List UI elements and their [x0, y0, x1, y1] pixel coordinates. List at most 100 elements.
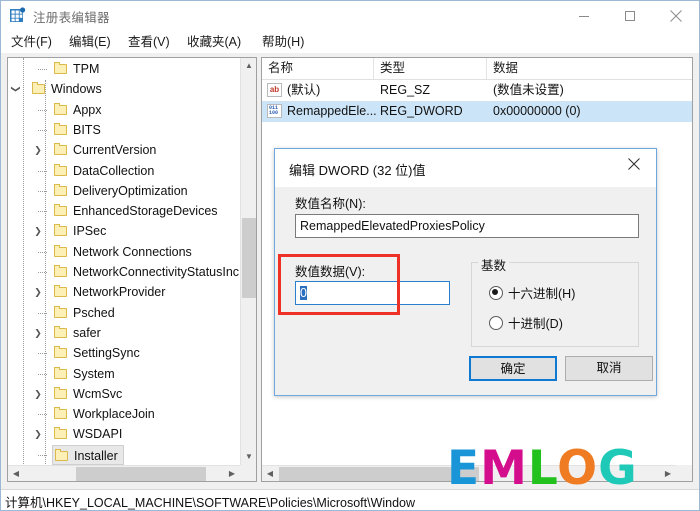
- tree-item-installer[interactable]: Installer: [52, 444, 124, 465]
- value-type: REG_SZ: [380, 83, 431, 97]
- registry-tree-pane: TPM ❯ Windows Appx BITS ❯ CurrentVersion DataCo…: [7, 57, 257, 482]
- folder-icon: [54, 346, 69, 359]
- menu-edit[interactable]: 编辑(E): [65, 33, 115, 51]
- string-value-icon: ab: [267, 83, 282, 97]
- minimize-button[interactable]: [561, 1, 607, 31]
- tree-item-label: Installer: [74, 448, 118, 463]
- tree-scroll-right-arrow[interactable]: ▶: [224, 466, 240, 482]
- radio-hexadecimal[interactable]: 十六进制(H): [489, 283, 575, 302]
- column-header-name[interactable]: 名称: [262, 58, 374, 79]
- tree-item-networkconnectivitystatusinc[interactable]: NetworkConnectivityStatusInc: [52, 262, 240, 282]
- tree-item-system[interactable]: System: [52, 364, 120, 384]
- status-path: 计算机\HKEY_LOCAL_MACHINE\SOFTWARE\Policies…: [5, 496, 416, 510]
- folder-icon: [54, 102, 69, 116]
- tree-expand-expand-icon[interactable]: ❯: [32, 323, 44, 343]
- tree-item-networkprovider[interactable]: NetworkProvider: [52, 282, 170, 302]
- values-scroll-left-arrow[interactable]: ◀: [262, 466, 278, 482]
- tree-scroll-down-arrow[interactable]: ▼: [241, 449, 257, 465]
- tree-item-currentversion[interactable]: CurrentVersion: [52, 140, 161, 160]
- value-type: REG_DWORD: [380, 104, 463, 118]
- tree-item-label: WcmSvc: [73, 386, 123, 401]
- folder-icon: [54, 163, 69, 177]
- value-name-label: 数值名称(N):: [295, 197, 366, 211]
- radio-decimal-indicator: [489, 316, 503, 330]
- dialog-close-button[interactable]: [612, 149, 656, 179]
- tree-item-label: EnhancedStorageDevices: [73, 204, 218, 219]
- folder-icon: [54, 62, 69, 75]
- column-header-data[interactable]: 数据: [487, 58, 677, 79]
- menu-favorites[interactable]: 收藏夹(A): [183, 33, 245, 51]
- tree-item-ipsec[interactable]: IPSec: [52, 221, 111, 241]
- tree-expand-expand-icon[interactable]: ❯: [32, 140, 44, 160]
- tree-vertical-scrollbar[interactable]: ▲ ▼: [240, 58, 256, 465]
- dialog-title: 编辑 DWORD (32 位)值: [289, 163, 426, 178]
- tree-expand-expand-icon[interactable]: ❯: [32, 424, 44, 444]
- menu-help[interactable]: 帮助(H): [258, 33, 308, 51]
- folder-icon: [54, 325, 69, 339]
- tree-item-label: DeliveryOptimization: [73, 183, 188, 198]
- radio-decimal[interactable]: 十进制(D): [489, 313, 563, 332]
- ok-button[interactable]: 确定: [469, 356, 557, 381]
- annotation-rectangle: [278, 254, 400, 315]
- cancel-button[interactable]: 取消: [565, 356, 653, 381]
- tree-item-safer[interactable]: safer: [52, 323, 106, 343]
- folder-icon: [54, 143, 69, 156]
- tree-item-label: NetworkConnectivityStatusInc: [73, 265, 240, 279]
- registry-tree[interactable]: TPM ❯ Windows Appx BITS ❯ CurrentVersion DataCo…: [8, 58, 240, 465]
- value-name: RemappedEle...: [287, 104, 377, 118]
- tree-item-wcmsvc[interactable]: WcmSvc: [52, 384, 127, 404]
- tree-item-workplacejoin[interactable]: WorkplaceJoin: [52, 404, 160, 424]
- tree-expand-expand-icon[interactable]: ❯: [32, 384, 44, 404]
- table-row[interactable]: 011 100 RemappedEle... REG_DWORD 0x000000…: [262, 101, 692, 122]
- menu-bar: 文件(F) 编辑(E) 查看(V) 收藏夹(A) 帮助(H): [1, 31, 699, 53]
- watermark-letter-l: L: [527, 441, 558, 496]
- tree-item-settingsync[interactable]: SettingSync: [52, 343, 145, 363]
- tree-expand-expand-icon[interactable]: ❯: [32, 221, 44, 241]
- tree-item-tpm[interactable]: TPM: [52, 59, 104, 79]
- tree-item-label: WSDAPI: [73, 427, 123, 442]
- status-bar: 计算机\HKEY_LOCAL_MACHINE\SOFTWARE\Policies…: [1, 489, 699, 510]
- column-header-type[interactable]: 类型: [374, 58, 487, 79]
- tree-item-deliveryoptimization[interactable]: DeliveryOptimization: [52, 181, 193, 201]
- tree-item-label: safer: [73, 325, 101, 340]
- tree-hscroll-thumb[interactable]: [76, 467, 206, 481]
- title-bar: 注册表编辑器: [1, 1, 699, 32]
- dword-value-icon: 011 100: [267, 104, 282, 118]
- tree-item-network-connections[interactable]: Network Connections: [52, 242, 197, 262]
- tree-item-wsdapi[interactable]: WSDAPI: [52, 424, 127, 444]
- folder-icon: [54, 183, 69, 197]
- tree-item-label: Windows: [51, 82, 102, 97]
- table-row[interactable]: ab (默认) REG_SZ (数值未设置): [262, 80, 692, 101]
- tree-scroll-left-arrow[interactable]: ◀: [8, 466, 24, 482]
- folder-icon: [54, 305, 69, 319]
- tree-guide-line: [45, 80, 46, 465]
- emlog-watermark: EMLOG: [447, 444, 638, 494]
- base-group-box: [471, 262, 639, 347]
- tree-item-appx[interactable]: Appx: [52, 100, 107, 120]
- tree-item-label: TPM: [73, 62, 100, 76]
- folder-icon: [54, 265, 69, 278]
- tree-item-enhancedstoragedevices[interactable]: EnhancedStorageDevices: [52, 201, 223, 221]
- tree-expand-expand-icon[interactable]: ❯: [32, 282, 44, 302]
- tree-scroll-thumb[interactable]: [242, 218, 256, 298]
- folder-icon: [54, 427, 69, 440]
- tree-item-label: Psched: [73, 305, 115, 320]
- close-button[interactable]: [653, 1, 699, 31]
- folder-icon: [55, 448, 70, 462]
- tree-scroll-up-arrow[interactable]: ▲: [241, 58, 257, 74]
- tree-item-label: IPSec: [73, 224, 107, 239]
- tree-item-windows[interactable]: Windows: [30, 79, 107, 99]
- folder-icon: [54, 366, 69, 380]
- tree-item-bits[interactable]: BITS: [52, 120, 106, 140]
- dialog-title-bar: 编辑 DWORD (32 位)值: [275, 149, 656, 187]
- menu-file[interactable]: 文件(F): [7, 33, 56, 51]
- tree-item-psched[interactable]: Psched: [52, 303, 120, 323]
- tree-item-datacollection[interactable]: DataCollection: [52, 161, 159, 181]
- maximize-button[interactable]: [607, 1, 653, 31]
- menu-view[interactable]: 查看(V): [124, 33, 174, 51]
- values-scroll-right-arrow[interactable]: ▶: [660, 466, 676, 482]
- tree-item-label: WorkplaceJoin: [73, 407, 155, 422]
- folder-icon: [54, 204, 69, 217]
- value-name-input[interactable]: RemappedElevatedProxiesPolicy: [295, 214, 639, 238]
- tree-horizontal-scrollbar[interactable]: ◀ ▶: [8, 465, 240, 481]
